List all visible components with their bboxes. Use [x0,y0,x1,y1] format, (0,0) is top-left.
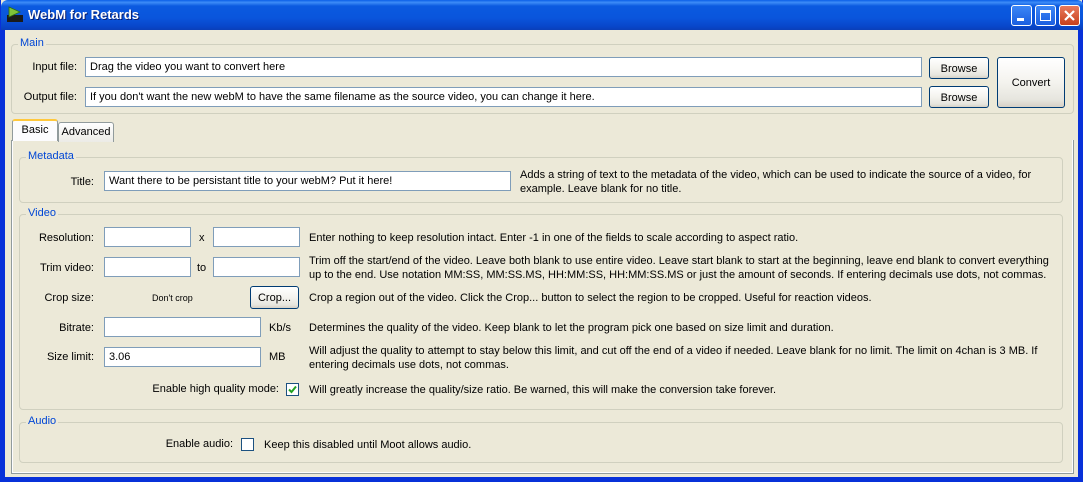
window-title: WebM for Retards [28,7,139,22]
metadata-group-title: Metadata [26,150,76,162]
video-group-title: Video [26,207,58,219]
trim-end-field[interactable] [213,257,300,277]
output-file-field[interactable]: If you don't want the new webM to have t… [85,87,922,107]
enable-audio-checkbox[interactable] [241,438,254,451]
size-limit-unit: MB [269,351,286,363]
input-file-field[interactable]: Drag the video you want to convert here [85,57,922,77]
output-browse-button[interactable]: Browse [929,86,989,108]
title-label: Title: [70,176,94,188]
convert-button[interactable]: Convert [997,57,1065,108]
title-field[interactable]: Want there to be persistant title to you… [104,171,511,191]
window-frame-left [1,30,5,482]
high-quality-label: Enable high quality mode: [152,383,279,395]
size-limit-label: Size limit: [46,351,94,363]
size-limit-field[interactable]: 3.06 [104,347,261,367]
main-group-title: Main [18,37,46,49]
enable-audio-description: Keep this disabled until Moot allows aud… [264,439,472,451]
bitrate-unit: Kb/s [269,322,292,334]
window-frame-bottom [1,477,1083,481]
minimize-icon [1012,6,1031,25]
checkmark-icon [288,385,297,394]
title-bar[interactable]: WebM for Retards [1,0,1083,30]
high-quality-description: Will greatly increase the quality/size r… [309,384,777,396]
trim-description: Trim off the start/end of the video. Lea… [309,255,1049,281]
resolution-width-field[interactable] [104,227,191,247]
bitrate-label: Bitrate: [59,322,94,334]
output-file-label: Output file: [23,91,77,103]
bitrate-description: Determines the quality of the video. Kee… [309,322,834,334]
bitrate-field[interactable] [104,317,261,337]
enable-audio-label: Enable audio: [165,438,233,450]
tab-basic[interactable]: Basic [12,119,58,141]
maximize-button[interactable] [1035,5,1056,26]
window-frame-right [1078,30,1082,482]
crop-value: Don't crop [152,293,193,303]
trim-start-field[interactable] [104,257,191,277]
app-window: WebM for Retards Main Input file: Drag t… [0,0,1083,482]
app-icon [7,6,23,22]
crop-button[interactable]: Crop... [250,286,299,309]
resolution-separator: x [199,232,205,244]
trim-separator: to [197,262,207,274]
trim-label: Trim video: [40,262,94,274]
high-quality-checkbox[interactable] [286,383,299,396]
close-icon [1060,6,1079,25]
minimize-button[interactable] [1011,5,1032,26]
size-limit-description: Will adjust the quality to attempt to st… [309,345,1038,371]
tab-advanced[interactable]: Advanced [58,122,114,142]
input-browse-button[interactable]: Browse [929,57,989,79]
title-description: Adds a string of text to the metadata of… [520,169,1032,195]
input-file-label: Input file: [32,61,77,73]
audio-group-title: Audio [26,415,59,427]
crop-label: Crop size: [44,292,94,304]
crop-description: Crop a region out of the video. Click th… [309,292,872,304]
resolution-label: Resolution: [38,232,94,244]
resolution-description: Enter nothing to keep resolution intact.… [309,232,799,244]
maximize-icon [1036,6,1055,25]
close-button[interactable] [1059,5,1080,26]
resolution-height-field[interactable] [213,227,300,247]
